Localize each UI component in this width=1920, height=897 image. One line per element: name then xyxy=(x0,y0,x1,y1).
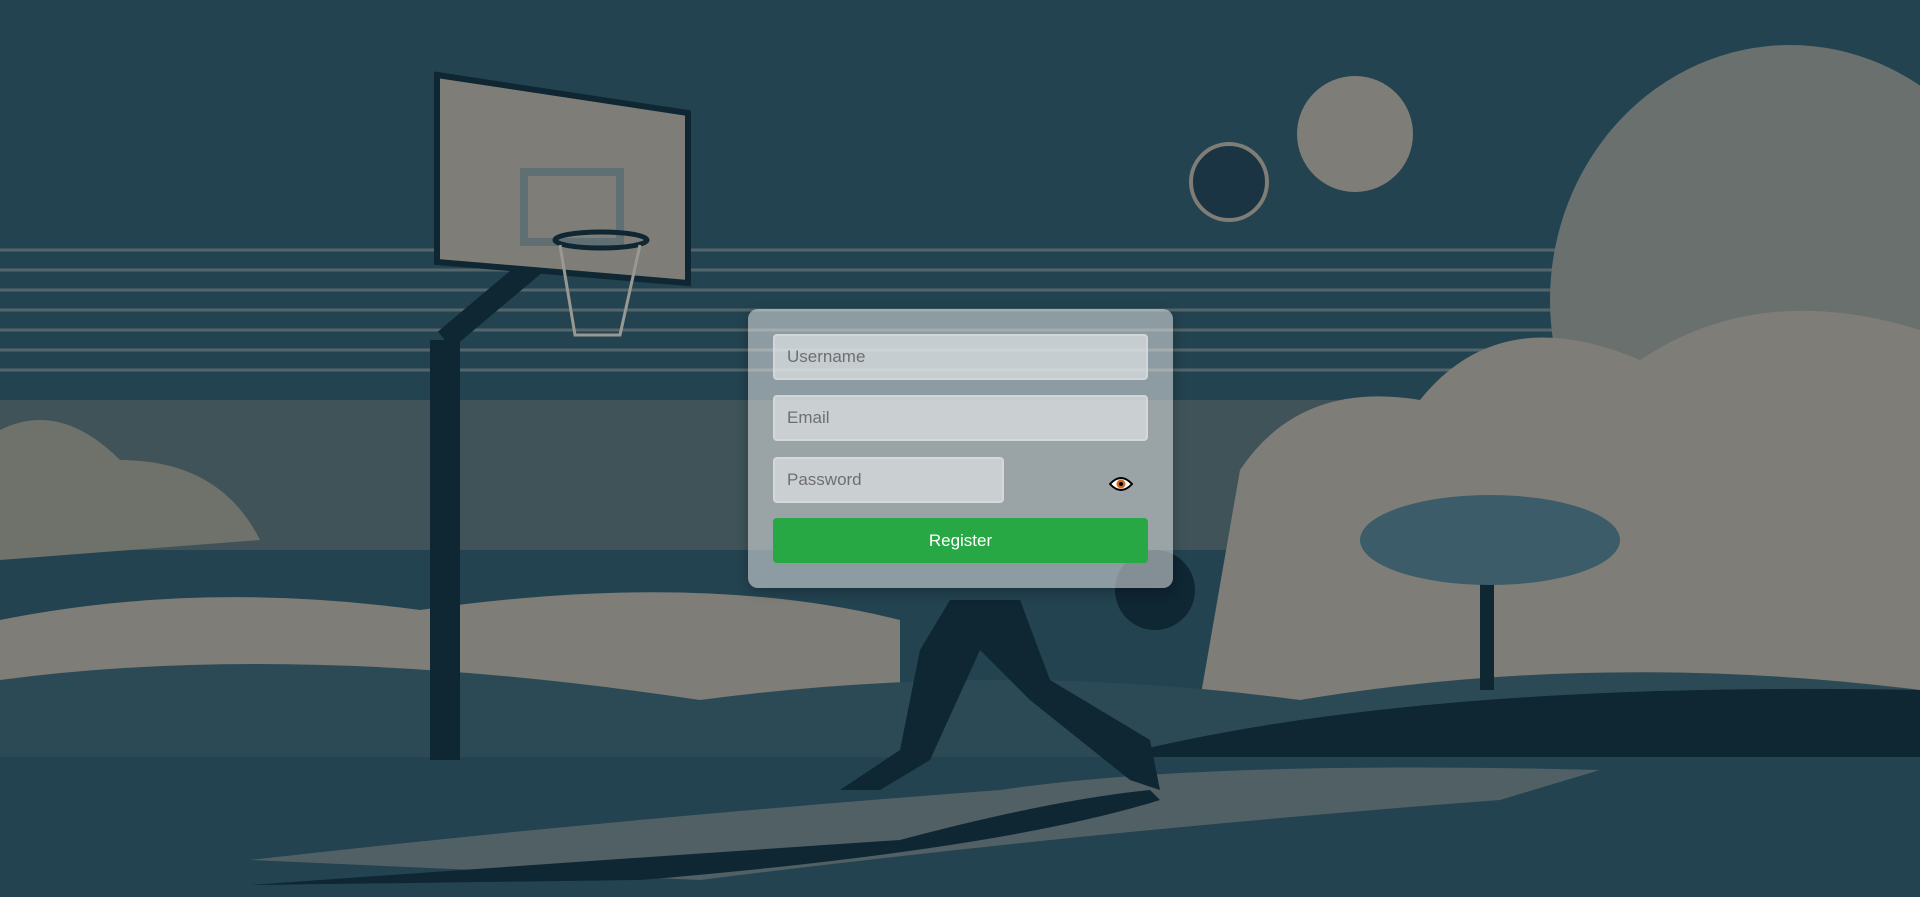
email-input[interactable] xyxy=(773,395,1148,441)
password-field: Password xyxy=(773,457,1004,503)
register-button[interactable]: Register xyxy=(773,518,1148,563)
email-field: Email xyxy=(773,395,1148,441)
username-field: Username xyxy=(773,334,1148,380)
password-input[interactable] xyxy=(773,457,1004,503)
username-input[interactable] xyxy=(773,334,1148,380)
eye-icon[interactable] xyxy=(1109,476,1133,492)
register-form: Username Email Password Register xyxy=(748,309,1173,588)
